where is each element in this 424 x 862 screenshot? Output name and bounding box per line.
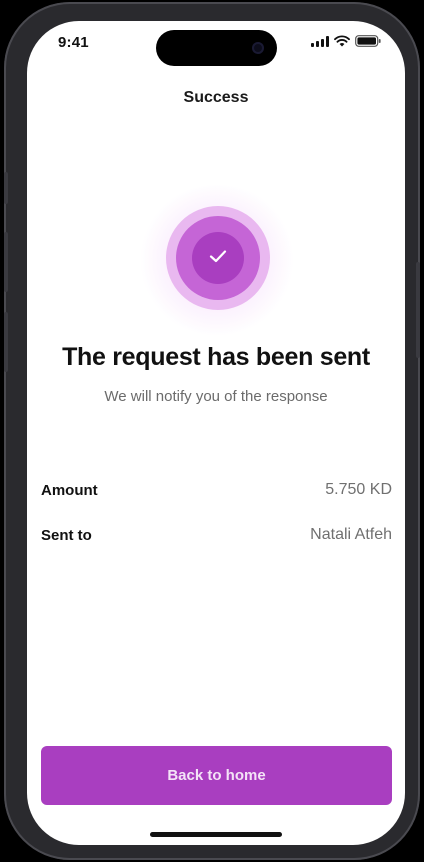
volume-up-hardware	[4, 232, 8, 292]
sent-to-value: Natali Atfeh	[310, 526, 392, 543]
dynamic-island	[156, 30, 277, 66]
app-screen: 9:41 Success The request has been sent W…	[27, 21, 405, 845]
check-icon	[206, 244, 230, 273]
amount-label: Amount	[41, 481, 98, 499]
volume-down-hardware	[4, 312, 8, 372]
status-time: 9:41	[58, 34, 89, 51]
battery-icon	[355, 35, 381, 47]
home-indicator[interactable]	[150, 832, 282, 837]
detail-row-sent-to: Sent to Natali Atfeh	[41, 526, 392, 544]
amount-value: 5.750 KD	[325, 481, 392, 498]
sent-to-label: Sent to	[41, 526, 92, 544]
success-title: The request has been sent	[62, 343, 370, 371]
cellular-signal-icon	[311, 35, 329, 47]
wifi-icon	[334, 35, 350, 47]
action-button-hardware	[4, 172, 8, 204]
nav-title: Success	[183, 89, 249, 106]
status-icons	[311, 35, 381, 47]
power-button-hardware	[416, 262, 420, 358]
back-to-home-button[interactable]: Back to home	[41, 746, 392, 805]
success-badge	[192, 232, 244, 284]
front-camera-icon	[252, 42, 264, 54]
success-subtitle: We will notify you of the response	[104, 388, 328, 405]
detail-row-amount: Amount 5.750 KD	[41, 481, 392, 499]
status-bar: 9:41	[27, 21, 405, 71]
phone-frame: 9:41 Success The request has been sent W…	[4, 2, 420, 860]
